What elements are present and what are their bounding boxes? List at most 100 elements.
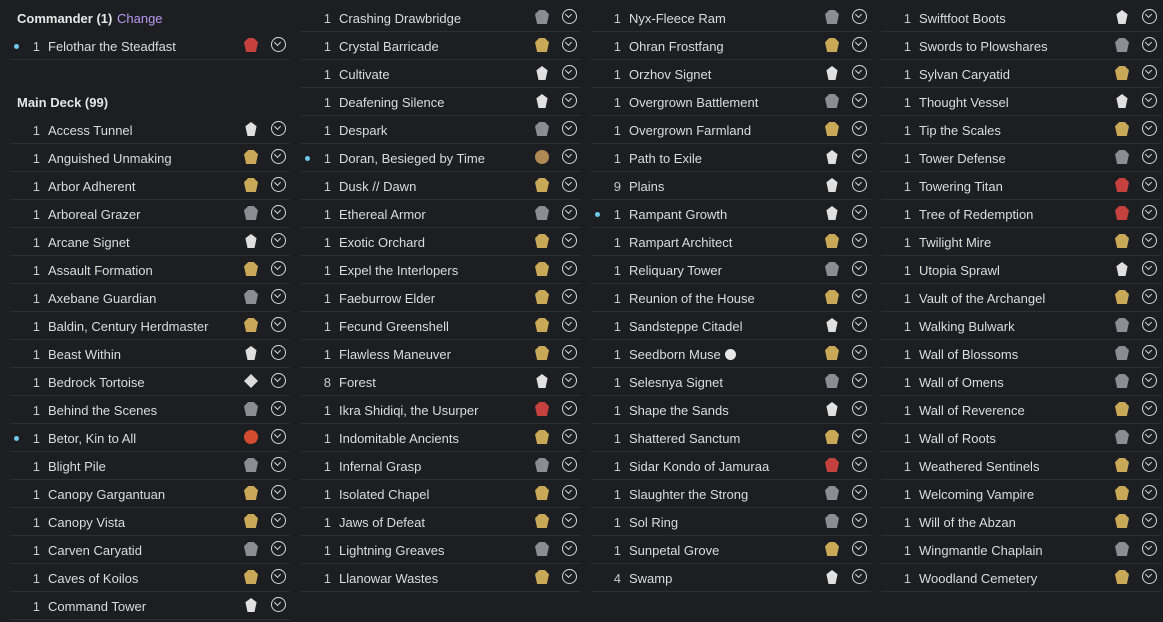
chevron-down-circle-icon[interactable] xyxy=(562,429,577,444)
chevron-down-circle-icon[interactable] xyxy=(1142,401,1157,416)
chevron-down-circle-icon[interactable] xyxy=(271,541,286,556)
card-row[interactable]: 1 Welcoming Vampire xyxy=(881,480,1161,508)
card-row[interactable]: 1 Cultivate xyxy=(301,60,581,88)
card-row[interactable]: 1 Sunpetal Grove xyxy=(591,536,871,564)
chevron-down-circle-icon[interactable] xyxy=(1142,37,1157,52)
card-row[interactable]: 1 Ohran Frostfang xyxy=(591,32,871,60)
card-name[interactable]: Arcane Signet xyxy=(48,235,130,250)
chevron-down-circle-icon[interactable] xyxy=(852,401,867,416)
card-name[interactable]: Felothar the Steadfast xyxy=(48,39,176,54)
card-name[interactable]: Sidar Kondo of Jamuraa xyxy=(629,459,769,474)
card-name[interactable]: Betor, Kin to All xyxy=(48,431,136,446)
card-row[interactable]: 1 Swiftfoot Boots xyxy=(881,4,1161,32)
chevron-down-circle-icon[interactable] xyxy=(1142,121,1157,136)
card-name[interactable]: Fecund Greenshell xyxy=(339,319,449,334)
card-name[interactable]: Will of the Abzan xyxy=(919,515,1016,530)
card-row[interactable]: 1 Wall of Reverence xyxy=(881,396,1161,424)
chevron-down-circle-icon[interactable] xyxy=(852,205,867,220)
chevron-down-circle-icon[interactable] xyxy=(1142,429,1157,444)
card-name[interactable]: Wall of Blossoms xyxy=(919,347,1018,362)
card-name[interactable]: Infernal Grasp xyxy=(339,459,421,474)
card-row[interactable]: 1 Doran, Besieged by Time xyxy=(301,144,581,172)
chevron-down-circle-icon[interactable] xyxy=(271,177,286,192)
card-row[interactable]: 1 Caves of Koilos xyxy=(10,564,290,592)
card-name[interactable]: Welcoming Vampire xyxy=(919,487,1034,502)
chevron-down-circle-icon[interactable] xyxy=(271,569,286,584)
card-row[interactable]: 1 Carven Caryatid xyxy=(10,536,290,564)
card-name[interactable]: Despark xyxy=(339,123,387,138)
card-row[interactable]: 1 Infernal Grasp xyxy=(301,452,581,480)
chevron-down-circle-icon[interactable] xyxy=(852,289,867,304)
card-row[interactable]: 1 Twilight Mire xyxy=(881,228,1161,256)
card-row[interactable]: 1 Behind the Scenes xyxy=(10,396,290,424)
card-row[interactable]: 1 Despark xyxy=(301,116,581,144)
card-row[interactable]: 1 Exotic Orchard xyxy=(301,228,581,256)
card-name[interactable]: Wingmantle Chaplain xyxy=(919,543,1043,558)
chevron-down-circle-icon[interactable] xyxy=(562,37,577,52)
card-name[interactable]: Indomitable Ancients xyxy=(339,431,459,446)
chevron-down-circle-icon[interactable] xyxy=(562,457,577,472)
card-name[interactable]: Nyx-Fleece Ram xyxy=(629,11,726,26)
card-row[interactable]: 1 Swords to Plowshares xyxy=(881,32,1161,60)
chevron-down-circle-icon[interactable] xyxy=(1142,541,1157,556)
chevron-down-circle-icon[interactable] xyxy=(271,121,286,136)
card-name[interactable]: Towering Titan xyxy=(919,179,1003,194)
card-row[interactable]: 1 Shape the Sands xyxy=(591,396,871,424)
chevron-down-circle-icon[interactable] xyxy=(562,373,577,388)
card-row[interactable]: 1 Rampart Architect xyxy=(591,228,871,256)
card-row[interactable]: 1 Dusk // Dawn xyxy=(301,172,581,200)
chevron-down-circle-icon[interactable] xyxy=(271,345,286,360)
card-row[interactable]: 1 Wall of Blossoms xyxy=(881,340,1161,368)
card-row[interactable]: 1 Path to Exile xyxy=(591,144,871,172)
card-name[interactable]: Shattered Sanctum xyxy=(629,431,740,446)
chevron-down-circle-icon[interactable] xyxy=(271,457,286,472)
card-row[interactable]: 9 Plains xyxy=(591,172,871,200)
chevron-down-circle-icon[interactable] xyxy=(271,149,286,164)
chevron-down-circle-icon[interactable] xyxy=(852,37,867,52)
card-row[interactable]: 1 Sidar Kondo of Jamuraa xyxy=(591,452,871,480)
card-name[interactable]: Assault Formation xyxy=(48,263,153,278)
chevron-down-circle-icon[interactable] xyxy=(1142,373,1157,388)
card-row[interactable]: 1 Lightning Greaves xyxy=(301,536,581,564)
card-row[interactable]: 1 Sol Ring xyxy=(591,508,871,536)
chevron-down-circle-icon[interactable] xyxy=(271,233,286,248)
chevron-down-circle-icon[interactable] xyxy=(1142,149,1157,164)
card-row[interactable]: 1 Shattered Sanctum xyxy=(591,424,871,452)
card-row[interactable]: 1 Ikra Shidiqi, the Usurper xyxy=(301,396,581,424)
card-name[interactable]: Bedrock Tortoise xyxy=(48,375,145,390)
card-row[interactable]: 1 Weathered Sentinels xyxy=(881,452,1161,480)
chevron-down-circle-icon[interactable] xyxy=(852,485,867,500)
chevron-down-circle-icon[interactable] xyxy=(852,121,867,136)
chevron-down-circle-icon[interactable] xyxy=(1142,457,1157,472)
card-row[interactable]: 1 Crashing Drawbridge xyxy=(301,4,581,32)
card-row[interactable]: 1 Wingmantle Chaplain xyxy=(881,536,1161,564)
chevron-down-circle-icon[interactable] xyxy=(852,261,867,276)
card-row[interactable]: 1 Crystal Barricade xyxy=(301,32,581,60)
card-row[interactable]: 1 Command Tower xyxy=(10,592,290,620)
chevron-down-circle-icon[interactable] xyxy=(271,485,286,500)
chevron-down-circle-icon[interactable] xyxy=(271,317,286,332)
card-row[interactable]: 4 Swamp xyxy=(591,564,871,592)
card-name[interactable]: Seedborn Muse xyxy=(629,347,736,362)
card-name[interactable]: Arboreal Grazer xyxy=(48,207,140,222)
card-name[interactable]: Tree of Redemption xyxy=(919,207,1033,222)
card-row[interactable]: 1 Sylvan Caryatid xyxy=(881,60,1161,88)
card-row[interactable]: 1 Seedborn Muse xyxy=(591,340,871,368)
card-name[interactable]: Beast Within xyxy=(48,347,121,362)
card-name[interactable]: Baldin, Century Herdmaster xyxy=(48,319,208,334)
card-row[interactable]: 1 Bedrock Tortoise xyxy=(10,368,290,396)
card-name[interactable]: Canopy Gargantuan xyxy=(48,487,165,502)
card-row[interactable]: 1 Will of the Abzan xyxy=(881,508,1161,536)
chevron-down-circle-icon[interactable] xyxy=(562,205,577,220)
card-row[interactable]: 1 Towering Titan xyxy=(881,172,1161,200)
chevron-down-circle-icon[interactable] xyxy=(852,233,867,248)
chevron-down-circle-icon[interactable] xyxy=(852,93,867,108)
chevron-down-circle-icon[interactable] xyxy=(852,149,867,164)
card-name[interactable]: Sandsteppe Citadel xyxy=(629,319,742,334)
card-name[interactable]: Sylvan Caryatid xyxy=(919,67,1010,82)
card-row[interactable]: 1 Rampant Growth xyxy=(591,200,871,228)
chevron-down-circle-icon[interactable] xyxy=(1142,317,1157,332)
chevron-down-circle-icon[interactable] xyxy=(852,373,867,388)
card-name[interactable]: Forest xyxy=(339,375,376,390)
card-name[interactable]: Swiftfoot Boots xyxy=(919,11,1006,26)
